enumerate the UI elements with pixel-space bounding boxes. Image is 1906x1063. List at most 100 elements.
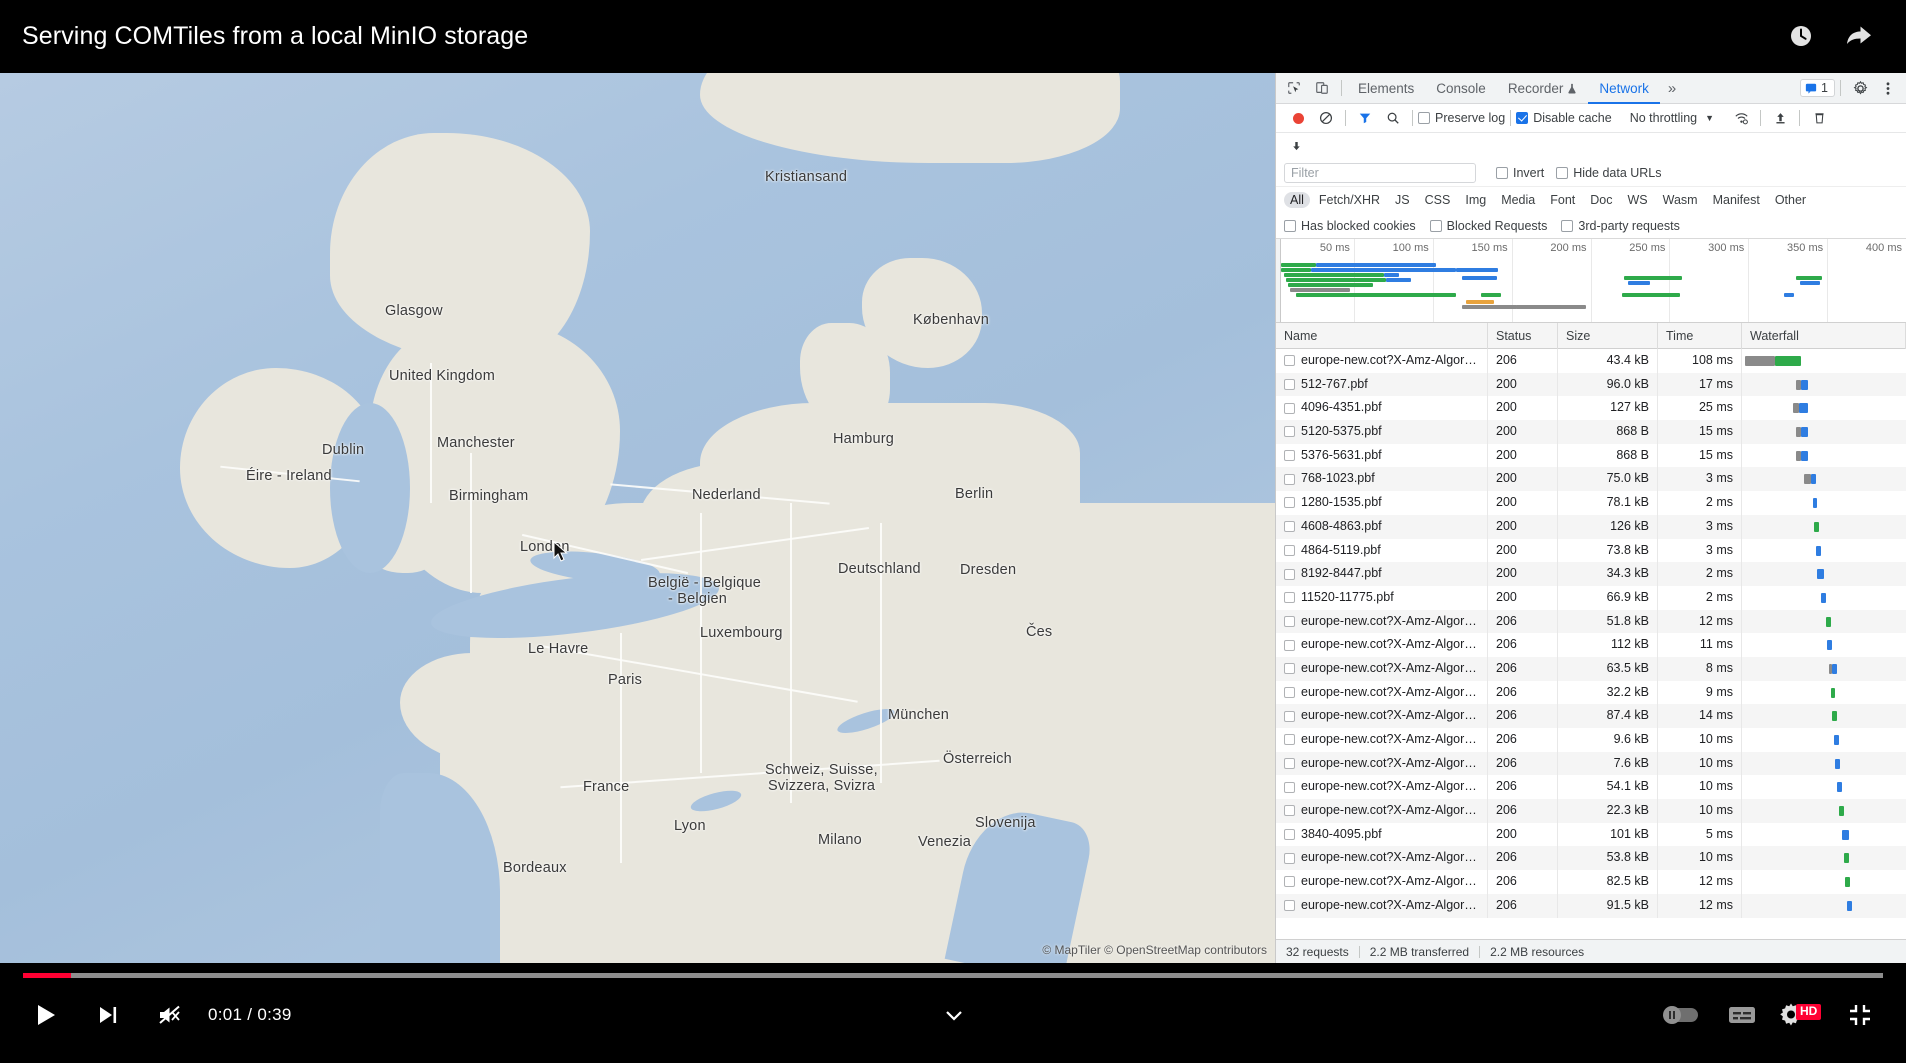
inspect-element-icon[interactable] (1280, 75, 1308, 101)
row-checkbox[interactable] (1284, 615, 1295, 627)
table-row[interactable]: europe-new.cot?X-Amz-Algorithm… 20632.2 k… (1276, 680, 1906, 705)
type-chip-manifest[interactable]: Manifest (1707, 192, 1766, 208)
row-checkbox[interactable] (1284, 355, 1295, 367)
chevron-down-icon[interactable]: ▼ (1705, 113, 1714, 123)
map-viewport[interactable]: Kristiansand Glasgow København United Ki… (0, 73, 1275, 963)
cell-name[interactable]: europe-new.cot?X-Amz-Algorithm… (1276, 751, 1488, 776)
cell-name[interactable]: europe-new.cot?X-Amz-Algorithm… (1276, 846, 1488, 871)
row-checkbox[interactable] (1284, 639, 1295, 651)
third-party-requests-group[interactable]: 3rd-party requests (1561, 219, 1680, 233)
tab-elements[interactable]: Elements (1347, 73, 1425, 104)
console-message-badge[interactable]: 1 (1800, 79, 1835, 97)
type-chip-media[interactable]: Media (1495, 192, 1541, 208)
table-row[interactable]: europe-new.cot?X-Amz-Algorithm… 20654.1 k… (1276, 775, 1906, 800)
table-row[interactable]: europe-new.cot?X-Amz-Algorithm… 20687.4 k… (1276, 704, 1906, 728)
row-checkbox[interactable] (1284, 805, 1295, 817)
column-header-time[interactable]: Time (1658, 322, 1742, 349)
hide-data-urls-label[interactable]: Hide data URLs (1573, 166, 1661, 180)
table-row[interactable]: europe-new.cot?X-Amz-Algorithm… 20691.5 k… (1276, 893, 1906, 918)
cell-name[interactable]: 1280-1535.pbf (1276, 491, 1488, 515)
type-chip-font[interactable]: Font (1544, 192, 1581, 208)
throttling-select-value[interactable]: No throttling (1630, 111, 1697, 125)
map-attribution[interactable]: © MapTiler © OpenStreetMap contributors (1042, 943, 1267, 957)
hide-data-urls-checkbox[interactable] (1556, 166, 1569, 179)
type-chip-other[interactable]: Other (1769, 192, 1812, 208)
table-row[interactable]: 4864-5119.pbf 200 73.8 kB 3 ms (1276, 538, 1906, 563)
cell-name[interactable]: 8192-8447.pbf (1276, 562, 1488, 586)
table-row[interactable]: europe-new.cot?X-Amz-Algorithm… 20663.5 k… (1276, 656, 1906, 681)
row-checkbox[interactable] (1284, 758, 1295, 770)
invert-label[interactable]: Invert (1513, 166, 1544, 180)
request-table-body[interactable]: europe-new.cot?X-Amz-Algorithm…20643.4 k… (1276, 349, 1906, 939)
has-blocked-cookies-group[interactable]: Has blocked cookies (1284, 219, 1416, 233)
blocked-requests-checkbox[interactable] (1429, 219, 1442, 232)
row-checkbox[interactable] (1284, 710, 1295, 722)
progress-bar[interactable] (23, 973, 1883, 978)
disable-cache-checkbox[interactable] (1516, 112, 1529, 124)
column-header-name[interactable]: Name (1276, 322, 1488, 349)
type-chip-wasm[interactable]: Wasm (1657, 192, 1704, 208)
cell-name[interactable]: 5376-5631.pbf (1276, 443, 1488, 468)
table-row[interactable]: europe-new.cot?X-Amz-Algorithm… 20682.5 k… (1276, 870, 1906, 894)
filter-toggle-button[interactable] (1351, 105, 1379, 131)
row-checkbox[interactable] (1284, 734, 1295, 746)
more-tabs-icon[interactable]: » (1660, 80, 1684, 97)
record-button[interactable] (1284, 105, 1312, 131)
preserve-log-label[interactable]: Preserve log (1435, 111, 1505, 125)
table-row[interactable]: 768-1023.pbf 200 75.0 kB 3 ms (1276, 467, 1906, 492)
column-header-waterfall[interactable]: Waterfall (1742, 322, 1906, 349)
row-checkbox[interactable] (1284, 876, 1295, 888)
row-checkbox[interactable] (1284, 450, 1295, 462)
cell-name[interactable]: europe-new.cot?X-Amz-Algorithm… (1276, 656, 1488, 681)
tab-console[interactable]: Console (1425, 73, 1497, 104)
cell-name[interactable]: europe-new.cot?X-Amz-Algorithm… (1276, 349, 1488, 373)
preserve-log-checkbox[interactable] (1418, 112, 1430, 124)
gear-icon[interactable] (1846, 75, 1874, 101)
cell-name[interactable]: 4608-4863.pbf (1276, 514, 1488, 539)
cell-name[interactable]: europe-new.cot?X-Amz-Algorithm… (1276, 609, 1488, 634)
network-conditions-button[interactable] (1727, 105, 1755, 131)
disable-cache-label[interactable]: Disable cache (1533, 111, 1612, 125)
cell-name[interactable]: 768-1023.pbf (1276, 467, 1488, 492)
cell-name[interactable]: europe-new.cot?X-Amz-Algorithm… (1276, 775, 1488, 800)
blocked-requests-group[interactable]: Blocked Requests (1429, 219, 1547, 233)
row-checkbox[interactable] (1284, 379, 1295, 391)
row-checkbox[interactable] (1284, 781, 1295, 793)
column-header-size[interactable]: Size (1558, 322, 1658, 349)
table-row[interactable]: 5376-5631.pbf 200 868 B 15 ms (1276, 443, 1906, 468)
cell-name[interactable]: europe-new.cot?X-Amz-Algorithm… (1276, 633, 1488, 657)
cell-name[interactable]: 512-767.pbf (1276, 372, 1488, 397)
row-checkbox[interactable] (1284, 568, 1295, 580)
import-har-file-button[interactable] (1282, 133, 1310, 159)
filter-input[interactable] (1284, 162, 1476, 183)
row-checkbox[interactable] (1284, 473, 1295, 485)
mute-button[interactable] (146, 991, 194, 1039)
cell-name[interactable]: europe-new.cot?X-Amz-Algorithm… (1276, 680, 1488, 705)
table-row[interactable]: 8192-8447.pbf 200 34.3 kB 2 ms (1276, 562, 1906, 586)
table-row[interactable]: europe-new.cot?X-Amz-Algorithm… 2069.6 kB… (1276, 728, 1906, 752)
table-row[interactable]: 512-767.pbf 200 96.0 kB 17 ms (1276, 372, 1906, 397)
watch-later-icon[interactable] (1786, 21, 1816, 51)
table-row[interactable]: europe-new.cot?X-Amz-Algorithm… 2067.6 kB… (1276, 751, 1906, 776)
type-chip-doc[interactable]: Doc (1584, 192, 1618, 208)
type-chip-all[interactable]: All (1284, 192, 1310, 208)
tab-recorder[interactable]: Recorder (1497, 73, 1589, 104)
cell-name[interactable]: europe-new.cot?X-Amz-Algorithm… (1276, 870, 1488, 894)
table-row[interactable]: europe-new.cot?X-Amz-Algorithm… 20622.3 k… (1276, 799, 1906, 823)
autoplay-toggle[interactable] (1662, 1004, 1706, 1026)
video-title[interactable]: Serving COMTiles from a local MinIO stor… (22, 22, 528, 51)
cell-name[interactable]: europe-new.cot?X-Amz-Algorithm… (1276, 893, 1488, 918)
row-checkbox[interactable] (1284, 663, 1295, 675)
row-checkbox[interactable] (1284, 592, 1295, 604)
column-header-status[interactable]: Status (1488, 322, 1558, 349)
cell-name[interactable]: 4096-4351.pbf (1276, 396, 1488, 421)
cell-name[interactable]: europe-new.cot?X-Amz-Algorithm… (1276, 704, 1488, 728)
row-checkbox[interactable] (1284, 497, 1295, 509)
subtitles-button[interactable] (1718, 991, 1766, 1039)
fullscreen-button[interactable] (1836, 991, 1884, 1039)
device-toolbar-icon[interactable] (1308, 75, 1336, 101)
cell-name[interactable]: 3840-4095.pbf (1276, 822, 1488, 847)
invert-checkbox[interactable] (1496, 166, 1508, 179)
third-party-requests-checkbox[interactable] (1561, 219, 1574, 232)
row-checkbox[interactable] (1284, 852, 1295, 864)
